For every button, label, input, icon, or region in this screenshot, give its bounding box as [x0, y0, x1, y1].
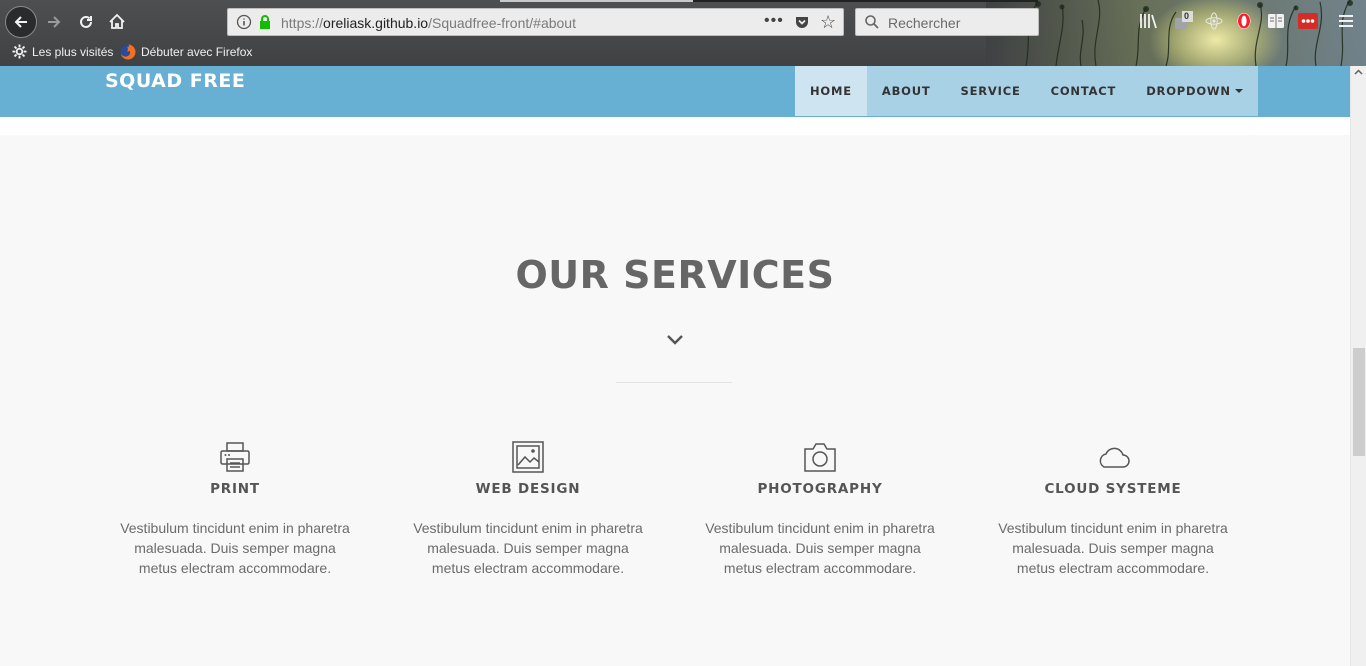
section-title: OUR SERVICES	[515, 253, 835, 297]
page-actions-menu[interactable]: •••	[764, 12, 784, 30]
info-icon[interactable]	[236, 14, 252, 30]
site-navbar: SQUAD FREE HOME ABOUT SERVICE CONTACT DR…	[0, 66, 1350, 117]
lastpass-icon[interactable]	[1298, 11, 1318, 31]
reload-button[interactable]	[71, 7, 101, 37]
caret-down-icon	[1234, 89, 1243, 93]
bookmark-star-icon[interactable]: ☆	[820, 12, 836, 33]
url-text[interactable]: https://oreliask.github.io/Squadfree-fro…	[281, 15, 576, 31]
navbar-spacer	[0, 117, 1350, 135]
theme-grass-art	[1025, 0, 1353, 66]
vertical-scrollbar[interactable]	[1350, 66, 1366, 666]
nav-service[interactable]: SERVICE	[946, 66, 1036, 116]
active-tab-indicator	[500, 0, 693, 2]
firefox-icon	[120, 44, 136, 60]
url-host: oreliask.github.io	[323, 15, 429, 31]
opera-icon[interactable]	[1236, 11, 1252, 31]
bookmark-most-visited[interactable]: Les plus visités	[12, 44, 113, 59]
counter-badge: 0	[1184, 11, 1190, 21]
nav-dropdown[interactable]: DROPDOWN	[1131, 66, 1258, 116]
scroll-up-arrow-icon[interactable]	[1354, 69, 1363, 75]
bookmark-label: Débuter avec Firefox	[141, 45, 253, 59]
web-page: SQUAD FREE HOME ABOUT SERVICE CONTACT DR…	[0, 66, 1350, 666]
reader-view-icon[interactable]	[1267, 11, 1285, 31]
service-title: WEB DESIGN	[475, 481, 581, 497]
service-photography: PHOTOGRAPHY Vestibulum tincidunt enim in…	[695, 440, 945, 578]
main-menu: HOME ABOUT SERVICE CONTACT DROPDOWN	[795, 66, 1258, 116]
hamburger-menu-icon[interactable]	[1338, 11, 1354, 31]
browser-toolbar: https://oreliask.github.io/Squadfree-fro…	[0, 0, 1366, 66]
search-icon	[864, 14, 880, 30]
gear-icon	[12, 44, 27, 59]
search-box[interactable]: Rechercher	[855, 8, 1039, 36]
library-icon[interactable]	[1139, 11, 1159, 31]
service-print: PRINT Vestibulum tincidunt enim in phare…	[110, 440, 360, 578]
service-web-design: WEB DESIGN Vestibulum tincidunt enim in …	[403, 440, 653, 578]
service-description: Vestibulum tincidunt enim in pharetra ma…	[705, 520, 935, 576]
search-placeholder: Rechercher	[888, 15, 961, 31]
bookmark-getting-started[interactable]: Débuter avec Firefox	[120, 44, 252, 60]
image-icon	[403, 440, 653, 474]
printer-icon	[110, 440, 360, 474]
service-cloud: CLOUD SYSTEME Vestibulum tincidunt enim …	[988, 440, 1238, 578]
nav-contact[interactable]: CONTACT	[1036, 66, 1132, 116]
arrow-left-icon	[14, 16, 27, 28]
url-path: /Squadfree-front/#about	[428, 15, 576, 31]
site-brand[interactable]: SQUAD FREE	[105, 70, 245, 92]
address-bar[interactable]: https://oreliask.github.io/Squadfree-fro…	[227, 8, 844, 36]
service-title: CLOUD SYSTEME	[1044, 481, 1182, 497]
service-title: PHOTOGRAPHY	[757, 481, 883, 497]
lock-icon[interactable]	[258, 14, 272, 30]
reload-icon	[80, 15, 92, 28]
service-description: Vestibulum tincidunt enim in pharetra ma…	[120, 520, 350, 576]
camera-icon	[695, 440, 945, 474]
back-button[interactable]	[5, 6, 37, 38]
forward-button[interactable]	[39, 7, 69, 37]
home-button[interactable]	[102, 7, 132, 37]
tab-strip-edge	[693, 0, 1038, 2]
nav-dropdown-label: DROPDOWN	[1146, 84, 1231, 98]
service-description: Vestibulum tincidunt enim in pharetra ma…	[998, 520, 1228, 576]
section-divider	[616, 382, 732, 383]
service-title: PRINT	[210, 481, 260, 497]
chevron-down-icon	[666, 334, 684, 346]
cloud-icon	[988, 440, 1238, 474]
bookmark-label: Les plus visités	[32, 44, 114, 59]
arrow-right-icon	[48, 16, 61, 28]
nav-about[interactable]: ABOUT	[867, 66, 946, 116]
home-icon	[109, 13, 125, 29]
scrollbar-thumb[interactable]	[1353, 348, 1365, 456]
extension-counter-icon[interactable]: 0	[1174, 11, 1196, 31]
nav-home[interactable]: HOME	[795, 66, 867, 116]
url-scheme: https://	[281, 15, 324, 31]
bookmarks-toolbar: Les plus visités Débuter avec Firefox	[0, 42, 800, 64]
atom-extension-icon[interactable]	[1205, 11, 1223, 31]
service-description: Vestibulum tincidunt enim in pharetra ma…	[413, 520, 643, 576]
pocket-icon[interactable]	[794, 14, 810, 30]
